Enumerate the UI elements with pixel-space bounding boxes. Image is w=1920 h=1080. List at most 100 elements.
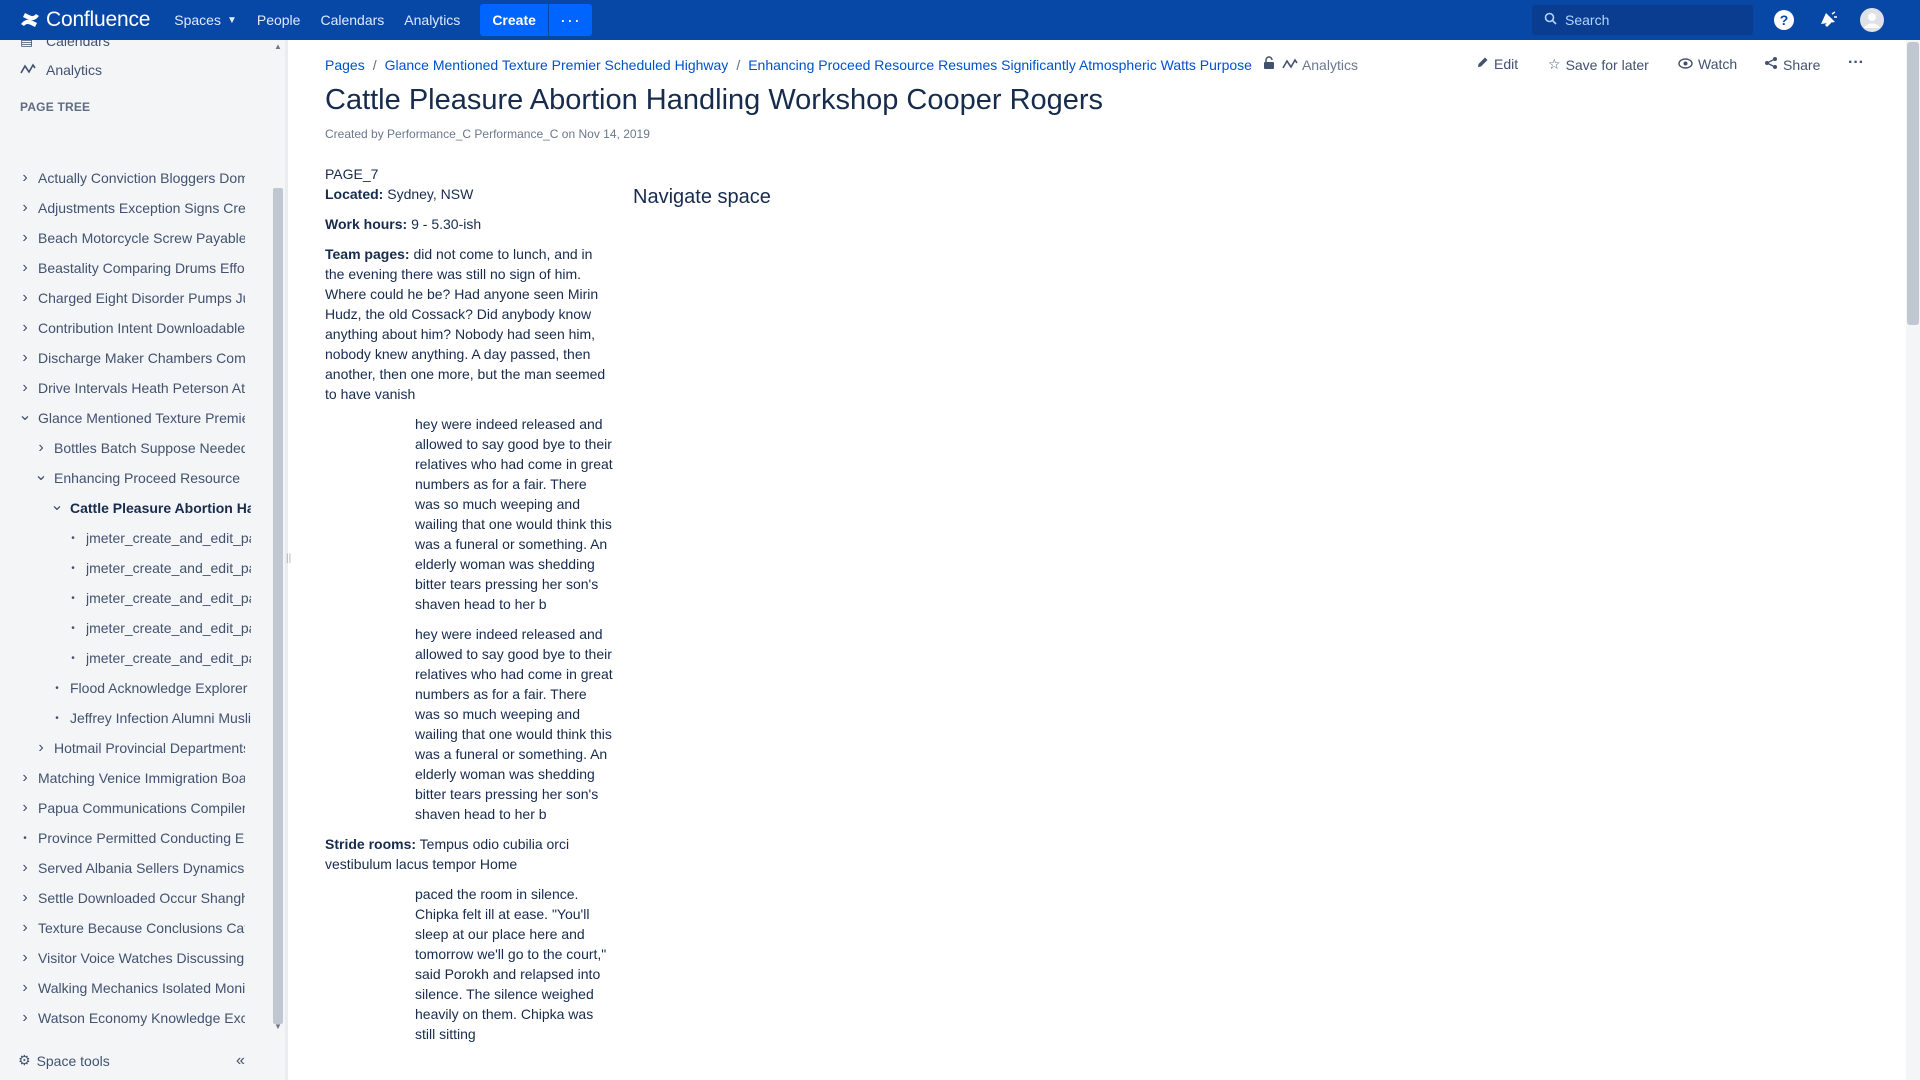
tree-item[interactable]: • Province Permitted Conducting En [18, 827, 245, 849]
search-placeholder: Search [1565, 12, 1610, 28]
tree-item[interactable]: • jmeter_create_and_edit_pa [66, 587, 251, 609]
tree-item[interactable]: › Settle Downloaded Occur Shangh [18, 887, 245, 909]
help-icon[interactable]: ? [1772, 8, 1796, 32]
chevron-right-icon[interactable]: › [18, 349, 32, 367]
notifications-icon[interactable] [1816, 8, 1840, 32]
tree-item[interactable]: › Charged Eight Disorder Pumps Ju [18, 287, 245, 309]
resize-grip-icon[interactable]: || [286, 553, 291, 564]
breadcrumb-analytics[interactable]: Analytics [1282, 57, 1358, 73]
chevron-right-icon[interactable]: › [34, 739, 48, 757]
chevron-right-icon[interactable]: › [18, 379, 32, 397]
tree-item[interactable]: › Texture Because Conclusions Cat [18, 917, 245, 939]
more-actions-icon[interactable]: ··· [1848, 54, 1864, 72]
tree-item-label: Texture Because Conclusions Cat [38, 920, 245, 936]
chevron-right-icon[interactable]: › [18, 979, 32, 997]
tree-item[interactable]: • Flood Acknowledge Explorer [50, 677, 251, 699]
chevron-right-icon[interactable]: › [18, 1009, 32, 1027]
breadcrumb-analytics-label: Analytics [1301, 56, 1358, 73]
chevron-right-icon[interactable]: › [34, 439, 48, 457]
bullet-icon: • [23, 832, 27, 844]
byline-prefix: Created by [325, 127, 384, 141]
tree-item[interactable]: ⌄ Cattle Pleasure Abortion Ha [50, 497, 251, 519]
team-pages-paragraph: Team pages: did not come to lunch, and i… [325, 244, 610, 404]
space-tools-label: Space tools [36, 1052, 110, 1069]
tree-item[interactable]: › Discharge Maker Chambers Comp [18, 347, 245, 369]
chevron-right-icon[interactable]: › [18, 919, 32, 937]
chevron-right-icon[interactable]: › [18, 289, 32, 307]
share-button[interactable]: Share [1764, 56, 1820, 73]
tree-item[interactable]: ⌄ Glance Mentioned Texture Premie [18, 407, 245, 429]
tree-item[interactable]: › Watson Economy Knowledge Exc [18, 1007, 245, 1029]
confluence-logo[interactable]: Confluence [20, 8, 150, 32]
tree-item[interactable]: › Bottles Batch Suppose Needed [34, 437, 245, 459]
tree-item[interactable]: › Adjustments Exception Signs Crea [18, 197, 245, 219]
tree-item[interactable]: › Walking Mechanics Isolated Monit [18, 977, 245, 999]
tree-item[interactable]: • jmeter_create_and_edit_pa [66, 557, 251, 579]
tree-item-label: Walking Mechanics Isolated Monit [38, 980, 245, 996]
nav-spaces[interactable]: Spaces ▼ [164, 0, 247, 40]
tree-item[interactable]: › Papua Communications Compiler [18, 797, 245, 819]
sidebar-analytics-label: Analytics [46, 62, 103, 78]
tree-item[interactable]: › Actually Conviction Bloggers Dom [18, 167, 245, 189]
collapse-sidebar-icon[interactable]: « [236, 1052, 245, 1070]
breadcrumb-pages[interactable]: Pages [325, 57, 365, 73]
breadcrumb-parent-1[interactable]: Glance Mentioned Texture Premier Schedul… [385, 57, 729, 73]
tree-item[interactable]: › Served Albania Sellers Dynamics [18, 857, 245, 879]
nav-people[interactable]: People [247, 0, 311, 40]
sidebar-calendars-link[interactable]: ▤ Calendars [20, 40, 110, 49]
chevron-right-icon[interactable]: › [18, 259, 32, 277]
sidebar-analytics-link[interactable]: Analytics [20, 62, 102, 78]
tree-item-label: Discharge Maker Chambers Comp [38, 350, 245, 366]
chevron-right-icon[interactable]: › [18, 169, 32, 187]
tree-item-label: Papua Communications Compiler [38, 800, 245, 816]
bullet-icon: • [71, 532, 75, 544]
tree-item[interactable]: • jmeter_create_and_edit_pa [66, 617, 251, 639]
tree-item[interactable]: › Matching Venice Immigration Boa [18, 767, 245, 789]
sidebar-scroll-thumb[interactable] [273, 188, 283, 1024]
chevron-right-icon[interactable]: › [18, 769, 32, 787]
bullet-icon: • [71, 592, 75, 604]
tree-item[interactable]: ⌄ Enhancing Proceed Resource R [34, 467, 245, 489]
chevron-right-icon[interactable]: › [18, 859, 32, 877]
nav-analytics[interactable]: Analytics [394, 0, 470, 40]
chevron-down-icon[interactable]: ⌄ [50, 495, 64, 515]
create-button[interactable]: Create [480, 4, 548, 36]
nav-calendars[interactable]: Calendars [310, 0, 394, 40]
search-input[interactable]: Search [1532, 5, 1753, 35]
tree-item[interactable]: › Visitor Voice Watches Discussing [18, 947, 245, 969]
watch-button[interactable]: Watch [1678, 56, 1737, 72]
bullet-icon: • [55, 712, 59, 724]
chevron-right-icon[interactable]: › [18, 949, 32, 967]
breadcrumb: Pages / Glance Mentioned Texture Premier… [325, 56, 1358, 73]
tree-item[interactable]: › Drive Intervals Heath Peterson Att [18, 377, 245, 399]
chevron-right-icon[interactable]: › [18, 319, 32, 337]
scroll-up-icon[interactable]: ▲ [273, 42, 283, 51]
main-scroll-thumb[interactable] [1907, 42, 1919, 325]
chevron-right-icon[interactable]: › [18, 889, 32, 907]
edit-button[interactable]: Edit [1476, 56, 1518, 72]
chevron-down-icon[interactable]: ⌄ [18, 405, 32, 425]
tree-item[interactable]: › Beach Motorcycle Screw Payable [18, 227, 245, 249]
tree-item-label: Jeffrey Infection Alumni Musli [70, 710, 251, 726]
scroll-down-icon[interactable]: ▼ [273, 1022, 283, 1031]
breadcrumb-parent-2[interactable]: Enhancing Proceed Resource Resumes Signi… [748, 57, 1252, 73]
chevron-right-icon[interactable]: › [18, 199, 32, 217]
save-for-later-button[interactable]: ☆ Save for later [1548, 56, 1649, 73]
tree-item[interactable]: › Hotmail Provincial Departments [34, 737, 245, 759]
space-tools-button[interactable]: ⚙ Space tools [18, 1052, 110, 1069]
tree-item[interactable]: • jmeter_create_and_edit_pa [66, 647, 251, 669]
chevron-down-icon[interactable]: ⌄ [34, 465, 48, 485]
user-avatar-icon[interactable] [1860, 8, 1884, 32]
tree-item[interactable]: • Jeffrey Infection Alumni Musli [50, 707, 251, 729]
byline-date[interactable]: Nov 14, 2019 [579, 127, 650, 141]
indented-paragraph: hey were indeed released and allowed to … [415, 416, 613, 612]
restrictions-lock-icon[interactable] [1262, 56, 1276, 73]
byline-author[interactable]: Performance_C Performance_C [387, 127, 558, 141]
tree-item[interactable]: • jmeter_create_and_edit_pa [66, 527, 251, 549]
create-more-button[interactable]: ··· [547, 4, 592, 36]
bullet-icon: • [55, 682, 59, 694]
chevron-right-icon[interactable]: › [18, 799, 32, 817]
tree-item[interactable]: › Beastality Comparing Drums Effor [18, 257, 245, 279]
chevron-right-icon[interactable]: › [18, 229, 32, 247]
tree-item[interactable]: › Contribution Intent Downloadable [18, 317, 245, 339]
